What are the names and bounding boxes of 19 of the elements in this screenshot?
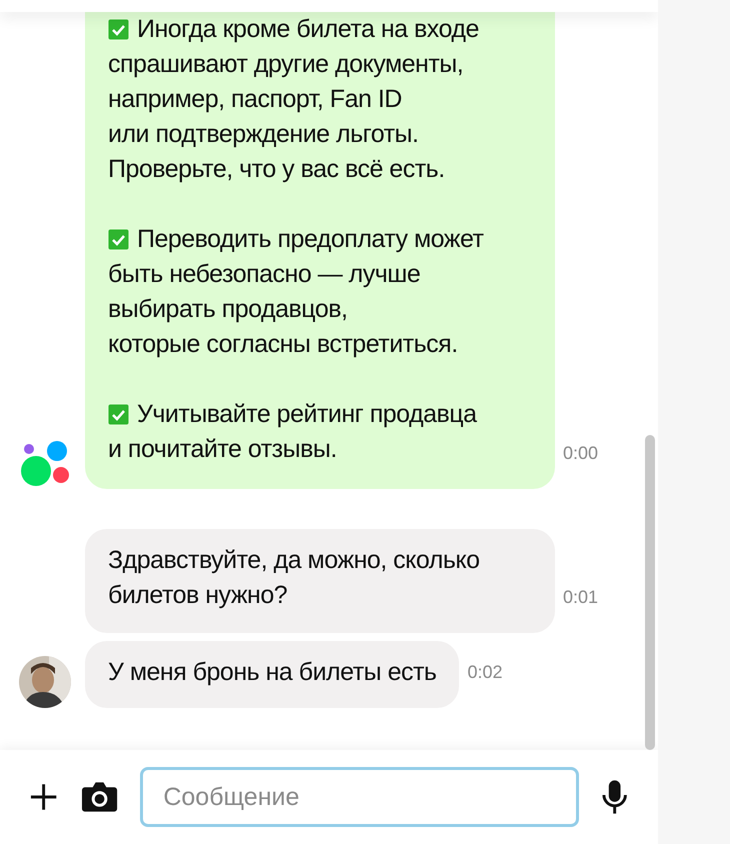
message-text: быть небезопасно — лучше выбирать продавцов, которые согласны встретиться.	[108, 259, 458, 360]
message-text: спрашивают другие документы, например, паспорт, Fan ID или подтверждение льготы. Проверьте, что у вас всё есть.	[108, 49, 464, 185]
message-time: 0:01	[563, 586, 598, 609]
message-text: и почитайте отзывы.	[108, 434, 337, 465]
checkbox-icon	[108, 229, 129, 250]
message-text: Учитывайте рейтинг продавца	[137, 399, 477, 430]
message-text: У меня бронь на билеты есть	[108, 657, 436, 688]
camera-icon[interactable]	[81, 781, 118, 813]
message-text: Иногда кроме билета на входе	[137, 14, 479, 45]
checkbox-icon	[108, 19, 129, 40]
message-time: 0:02	[467, 661, 503, 684]
scrollbar-thumb[interactable]	[645, 435, 655, 750]
message-time: 0:00	[563, 442, 598, 465]
checkbox-icon	[108, 404, 129, 425]
logo-icon	[19, 441, 71, 487]
microphone-icon[interactable]	[600, 779, 628, 815]
message-input[interactable]: Сообщение	[140, 767, 579, 827]
message-text: Здравствуйте, да можно, сколько билетов нужно?	[108, 545, 480, 611]
message-text: Переводить предоплату может	[137, 224, 484, 255]
